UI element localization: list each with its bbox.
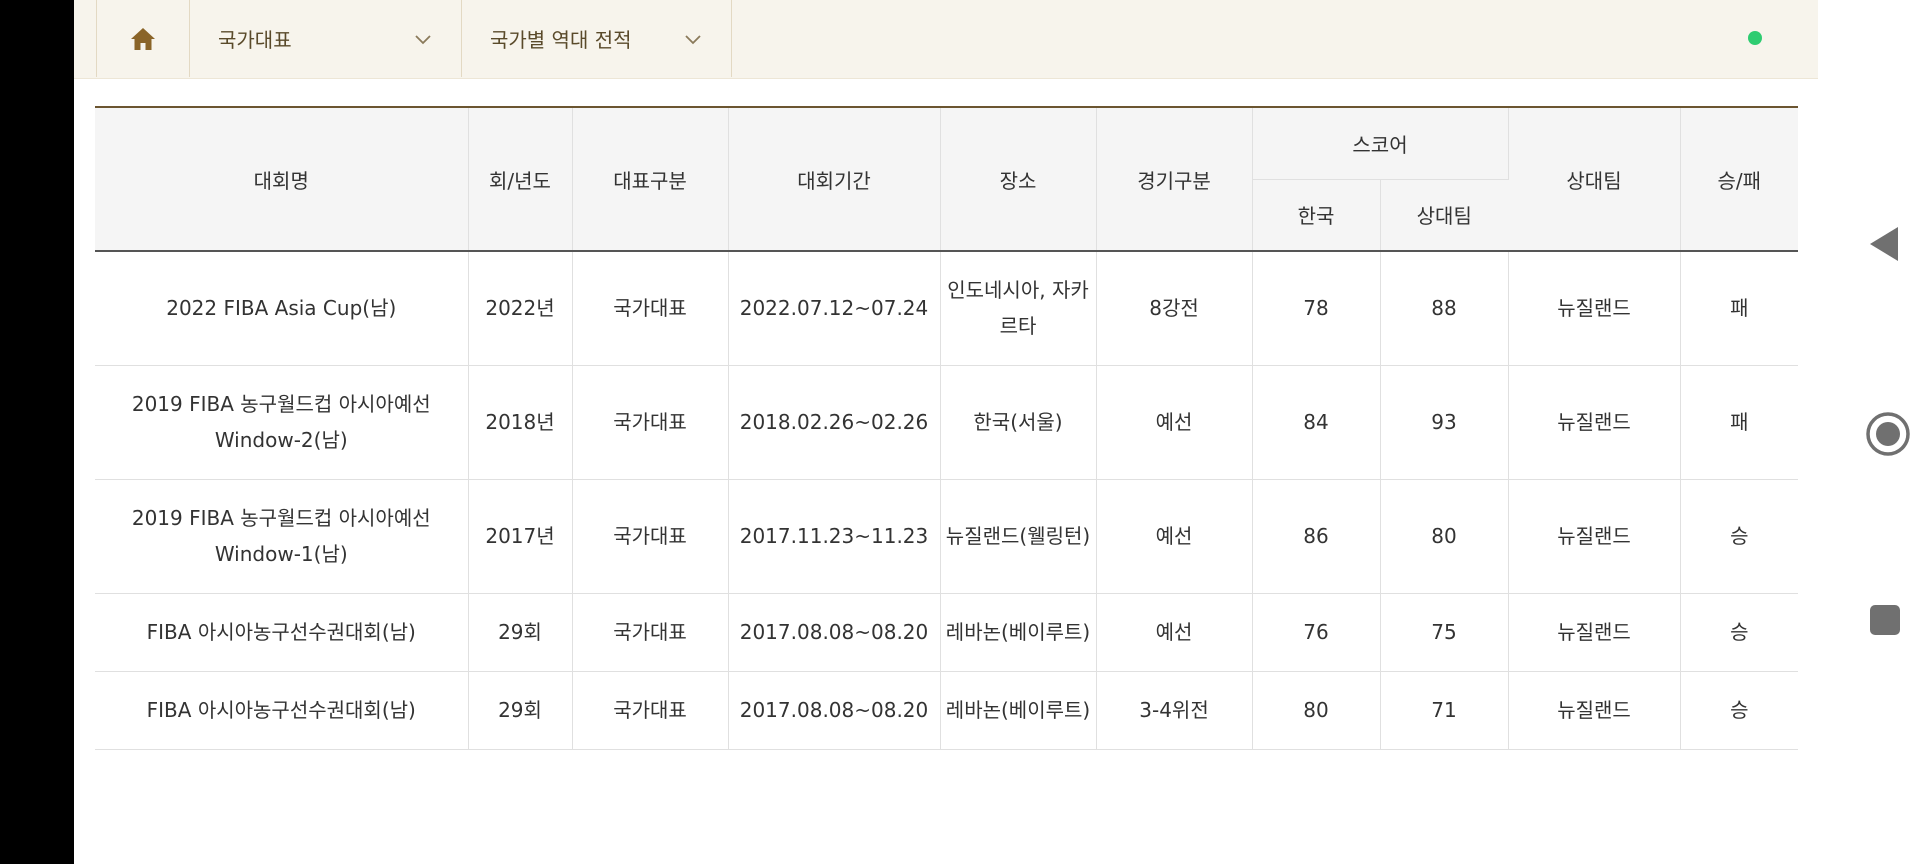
left-black-bar bbox=[0, 0, 74, 864]
cell-team-type: 국가대표 bbox=[572, 671, 729, 750]
back-triangle-icon[interactable] bbox=[1868, 225, 1900, 263]
recents-square-icon[interactable] bbox=[1869, 604, 1901, 636]
header-venue: 장소 bbox=[940, 106, 1097, 252]
cell-tournament: 2022 FIBA Asia Cup(남) bbox=[95, 251, 469, 366]
home-icon bbox=[131, 27, 155, 50]
table-row: FIBA 아시아농구선수권대회(남) 29회 국가대표 2017.08.08~0… bbox=[95, 593, 1799, 672]
records-table: 대회명 회/년도 대표구분 대회기간 장소 경기구분 스코어 상대팀 승/패 한… bbox=[95, 106, 1799, 750]
cell-score-korea: 80 bbox=[1252, 671, 1381, 750]
header-tournament: 대회명 bbox=[95, 106, 469, 252]
cell-score-korea: 86 bbox=[1252, 479, 1381, 594]
home-button[interactable] bbox=[96, 0, 189, 77]
cell-score-opponent: 71 bbox=[1380, 671, 1509, 750]
cell-game-type: 3-4위전 bbox=[1096, 671, 1253, 750]
cell-tournament: 2019 FIBA 농구월드컵 아시아예선 Window-2(남) bbox=[95, 365, 469, 480]
cell-score-korea: 78 bbox=[1252, 251, 1381, 366]
table-row: FIBA 아시아농구선수권대회(남) 29회 국가대표 2017.08.08~0… bbox=[95, 671, 1799, 750]
cell-period: 2017.11.23~11.23 bbox=[728, 479, 941, 594]
cell-score-opponent: 80 bbox=[1380, 479, 1509, 594]
category-dropdown-label: 국가대표 bbox=[218, 28, 292, 52]
cell-result: 승 bbox=[1680, 479, 1799, 594]
cell-team-type: 국가대표 bbox=[572, 251, 729, 366]
cell-round-year: 2018년 bbox=[468, 365, 573, 480]
cell-venue: 한국(서울) bbox=[940, 365, 1097, 480]
cell-result: 패 bbox=[1680, 365, 1799, 480]
home-circle-icon[interactable] bbox=[1865, 411, 1911, 457]
table-row: 2019 FIBA 농구월드컵 아시아예선 Window-1(남) 2017년 … bbox=[95, 479, 1799, 594]
header-round-year: 회/년도 bbox=[468, 106, 573, 252]
cell-score-opponent: 75 bbox=[1380, 593, 1509, 672]
chevron-down-icon bbox=[415, 34, 431, 44]
cell-game-type: 예선 bbox=[1096, 365, 1253, 480]
cell-team-type: 국가대표 bbox=[572, 479, 729, 594]
cell-period: 2017.08.08~08.20 bbox=[728, 671, 941, 750]
cell-round-year: 29회 bbox=[468, 593, 573, 672]
cell-tournament: FIBA 아시아농구선수권대회(남) bbox=[95, 593, 469, 672]
cell-venue: 레바논(베이루트) bbox=[940, 593, 1097, 672]
cell-tournament: FIBA 아시아농구선수권대회(남) bbox=[95, 671, 469, 750]
cell-period: 2017.08.08~08.20 bbox=[728, 593, 941, 672]
cell-score-opponent: 93 bbox=[1380, 365, 1509, 480]
table-row: 2019 FIBA 농구월드컵 아시아예선 Window-2(남) 2018년 … bbox=[95, 365, 1799, 480]
header-opponent: 상대팀 bbox=[1508, 106, 1681, 252]
cell-game-type: 예선 bbox=[1096, 479, 1253, 594]
records-table-container: 대회명 회/년도 대표구분 대회기간 장소 경기구분 스코어 상대팀 승/패 한… bbox=[95, 106, 1799, 750]
category-dropdown[interactable]: 국가대표 bbox=[189, 0, 461, 77]
cell-opponent: 뉴질랜드 bbox=[1508, 593, 1681, 672]
cell-score-korea: 76 bbox=[1252, 593, 1381, 672]
status-indicator bbox=[1748, 31, 1762, 45]
record-type-dropdown-label: 국가별 역대 전적 bbox=[490, 28, 632, 52]
cell-opponent: 뉴질랜드 bbox=[1508, 479, 1681, 594]
cell-result: 패 bbox=[1680, 251, 1799, 366]
cell-score-opponent: 88 bbox=[1380, 251, 1509, 366]
cell-opponent: 뉴질랜드 bbox=[1508, 251, 1681, 366]
cell-period: 2018.02.26~02.26 bbox=[728, 365, 941, 480]
header-score-korea: 한국 bbox=[1252, 179, 1381, 252]
top-navigation: 국가대표 국가별 역대 전적 bbox=[74, 0, 1818, 79]
cell-score-korea: 84 bbox=[1252, 365, 1381, 480]
cell-venue: 레바논(베이루트) bbox=[940, 671, 1097, 750]
cell-result: 승 bbox=[1680, 593, 1799, 672]
cell-venue: 뉴질랜드(웰링턴) bbox=[940, 479, 1097, 594]
header-game-type: 경기구분 bbox=[1096, 106, 1253, 252]
header-score-opponent: 상대팀 bbox=[1380, 179, 1509, 252]
cell-tournament: 2019 FIBA 농구월드컵 아시아예선 Window-1(남) bbox=[95, 479, 469, 594]
chevron-down-icon bbox=[685, 34, 701, 44]
cell-opponent: 뉴질랜드 bbox=[1508, 671, 1681, 750]
table-row: 2022 FIBA Asia Cup(남) 2022년 국가대표 2022.07… bbox=[95, 251, 1799, 366]
system-navigation-bar bbox=[1818, 0, 1920, 864]
cell-round-year: 2017년 bbox=[468, 479, 573, 594]
cell-opponent: 뉴질랜드 bbox=[1508, 365, 1681, 480]
cell-team-type: 국가대표 bbox=[572, 593, 729, 672]
cell-team-type: 국가대표 bbox=[572, 365, 729, 480]
cell-round-year: 29회 bbox=[468, 671, 573, 750]
cell-game-type: 예선 bbox=[1096, 593, 1253, 672]
cell-game-type: 8강전 bbox=[1096, 251, 1253, 366]
cell-round-year: 2022년 bbox=[468, 251, 573, 366]
header-score: 스코어 bbox=[1252, 106, 1509, 180]
cell-venue: 인도네시아, 자카르타 bbox=[940, 251, 1097, 366]
header-team-type: 대표구분 bbox=[572, 106, 729, 252]
header-period: 대회기간 bbox=[728, 106, 941, 252]
header-result: 승/패 bbox=[1680, 106, 1799, 252]
record-type-dropdown[interactable]: 국가별 역대 전적 bbox=[461, 0, 732, 77]
cell-period: 2022.07.12~07.24 bbox=[728, 251, 941, 366]
cell-result: 승 bbox=[1680, 671, 1799, 750]
